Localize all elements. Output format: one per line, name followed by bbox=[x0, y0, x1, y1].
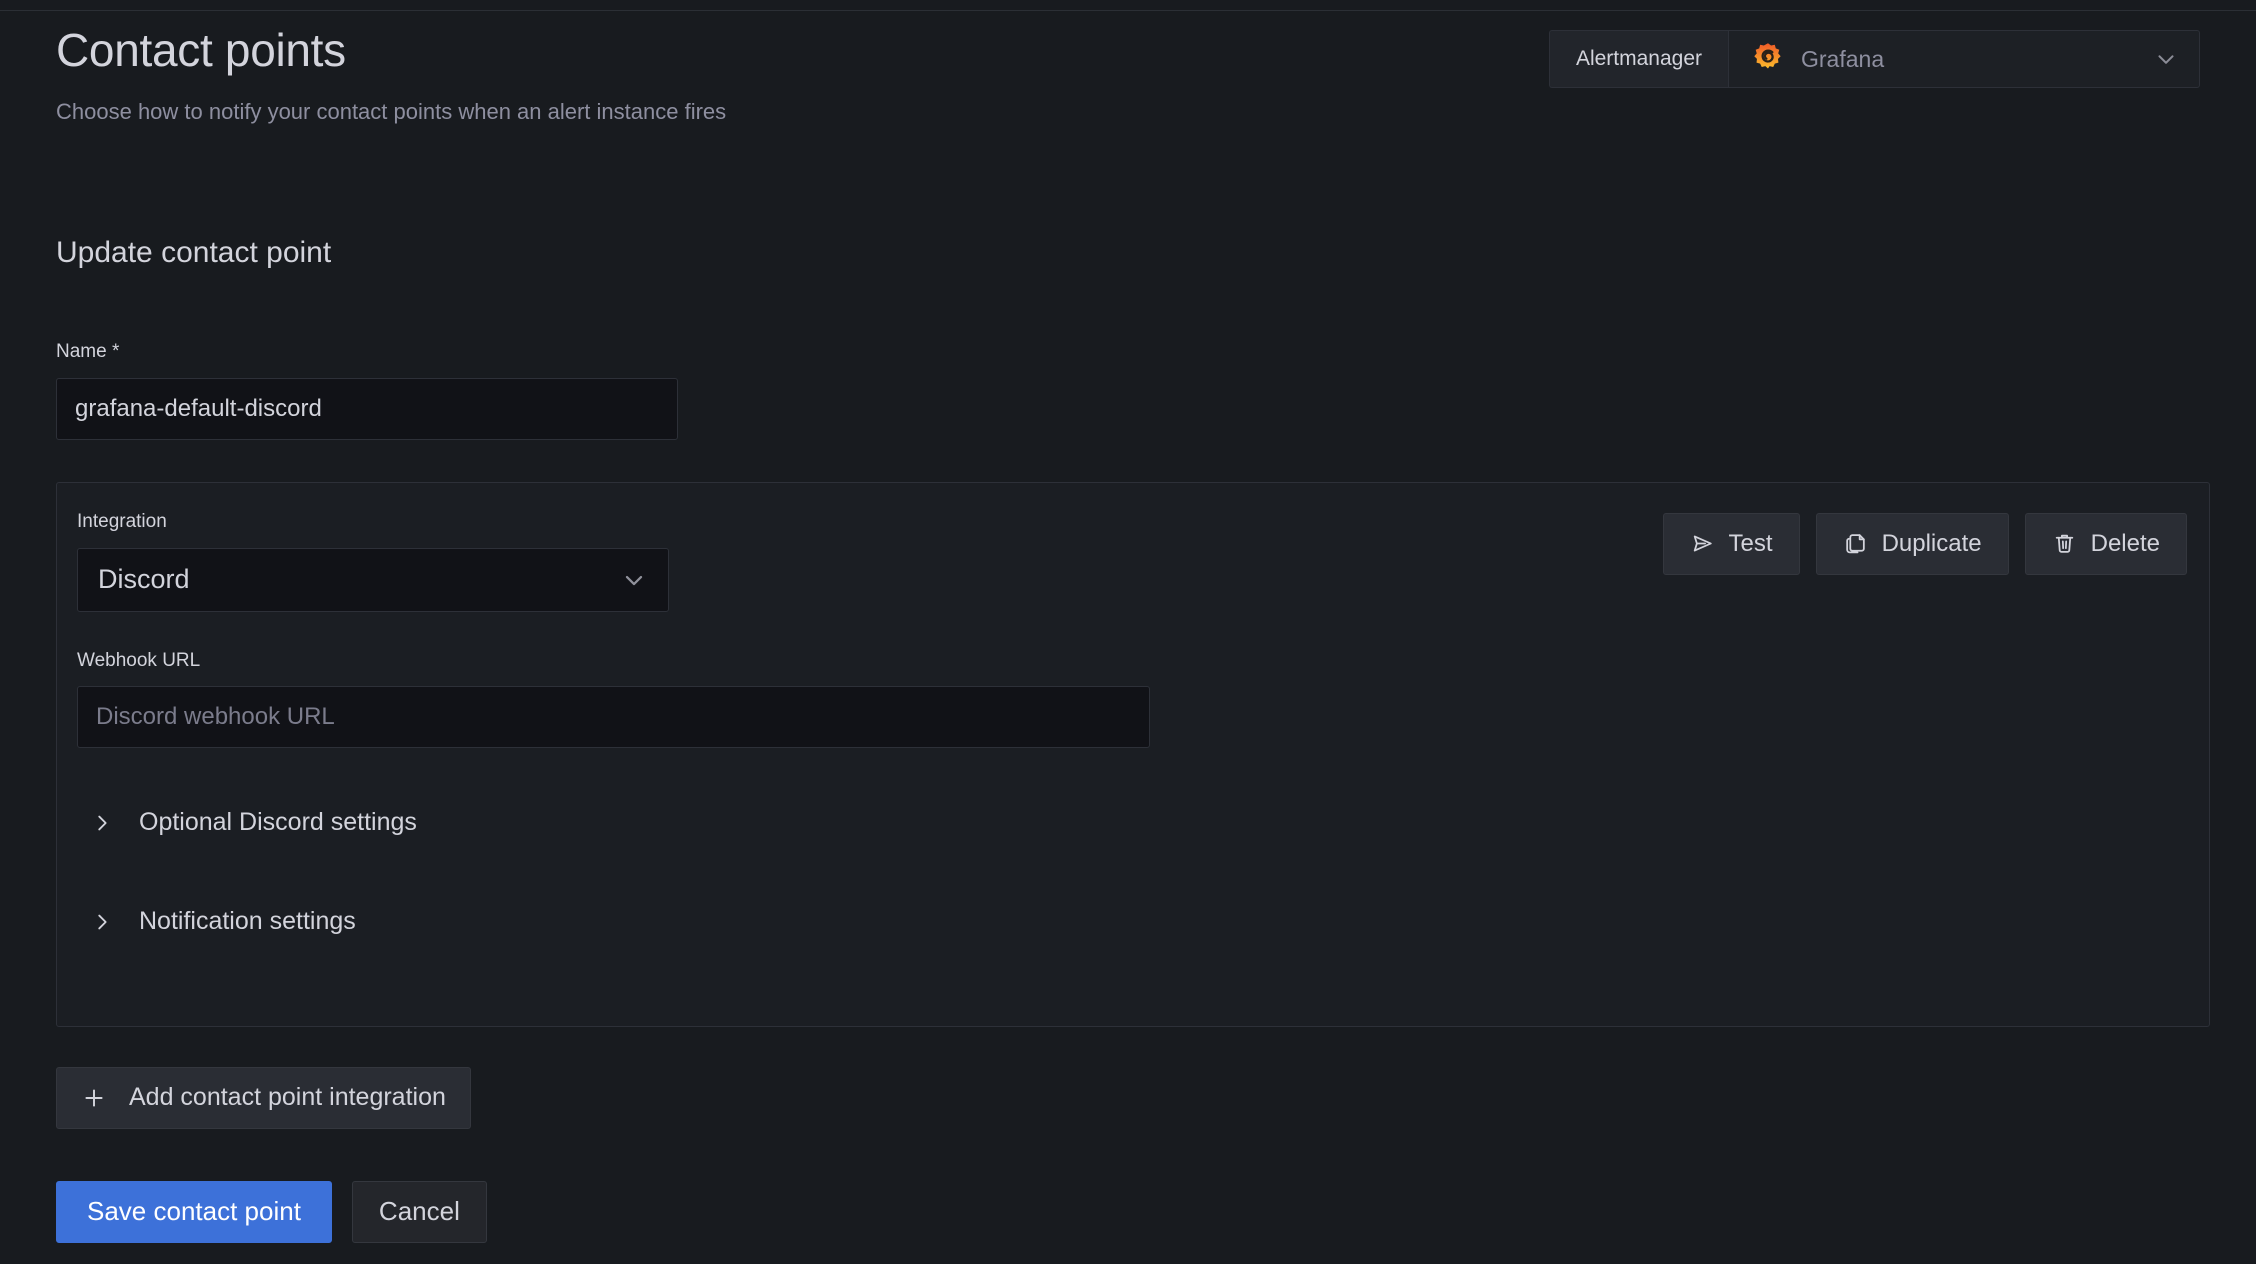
integration-actions: Test Duplicate bbox=[1663, 513, 2187, 575]
webhook-field-group: Webhook URL Discord webhook URL bbox=[77, 650, 2209, 749]
alertmanager-label: Alertmanager bbox=[1549, 30, 1728, 88]
optional-discord-settings-toggle[interactable]: Optional Discord settings bbox=[91, 808, 417, 837]
notification-settings-toggle[interactable]: Notification settings bbox=[91, 907, 356, 936]
name-field-group: Name * grafana-default-discord bbox=[56, 341, 2200, 440]
add-contact-point-integration-label: Add contact point integration bbox=[129, 1083, 446, 1112]
grafana-logo-icon bbox=[1751, 42, 1785, 76]
chevron-down-icon bbox=[620, 566, 648, 594]
plus-icon bbox=[81, 1085, 107, 1111]
alertmanager-selector[interactable]: Alertmanager Grafana bbox=[1549, 20, 2200, 88]
integration-label: Integration bbox=[77, 511, 167, 532]
test-button-label: Test bbox=[1729, 530, 1773, 558]
integration-select[interactable]: Discord bbox=[77, 548, 669, 612]
integration-card: Test Duplicate bbox=[56, 482, 2210, 1027]
page-header: Contact points Choose how to notify your… bbox=[0, 20, 2256, 125]
form-section-title: Update contact point bbox=[56, 236, 2200, 269]
delete-button-label: Delete bbox=[2091, 530, 2160, 558]
integration-select-value: Discord bbox=[98, 564, 620, 595]
copy-icon bbox=[1843, 531, 1868, 556]
top-divider bbox=[0, 10, 2256, 11]
alertmanager-dropdown[interactable]: Grafana bbox=[1728, 30, 2200, 88]
name-input[interactable]: grafana-default-discord bbox=[56, 378, 678, 440]
webhook-url-input[interactable]: Discord webhook URL bbox=[77, 686, 1150, 748]
chevron-down-icon bbox=[2153, 46, 2179, 72]
page-subtitle: Choose how to notify your contact points… bbox=[56, 98, 726, 126]
trash-icon bbox=[2052, 531, 2077, 556]
duplicate-button-label: Duplicate bbox=[1882, 530, 1982, 558]
add-contact-point-integration-button[interactable]: Add contact point integration bbox=[56, 1067, 471, 1129]
test-button[interactable]: Test bbox=[1663, 513, 1800, 575]
form-footer-actions: Save contact point Cancel bbox=[56, 1181, 2200, 1243]
cancel-button[interactable]: Cancel bbox=[352, 1181, 487, 1243]
send-icon bbox=[1690, 531, 1715, 556]
notification-settings-label: Notification settings bbox=[139, 907, 356, 936]
alertmanager-value: Grafana bbox=[1801, 46, 2137, 73]
page-body: Update contact point Name * grafana-defa… bbox=[0, 236, 2256, 1243]
duplicate-button[interactable]: Duplicate bbox=[1816, 513, 2009, 575]
webhook-url-label: Webhook URL bbox=[77, 650, 200, 671]
chevron-right-icon bbox=[91, 812, 113, 834]
page-header-text: Contact points Choose how to notify your… bbox=[56, 20, 726, 125]
save-contact-point-button[interactable]: Save contact point bbox=[56, 1181, 332, 1243]
contact-points-page: Contact points Choose how to notify your… bbox=[0, 0, 2256, 1264]
optional-discord-settings-label: Optional Discord settings bbox=[139, 808, 417, 837]
chevron-right-icon bbox=[91, 911, 113, 933]
page-title: Contact points bbox=[56, 26, 726, 76]
delete-button[interactable]: Delete bbox=[2025, 513, 2187, 575]
name-label: Name * bbox=[56, 341, 2200, 364]
